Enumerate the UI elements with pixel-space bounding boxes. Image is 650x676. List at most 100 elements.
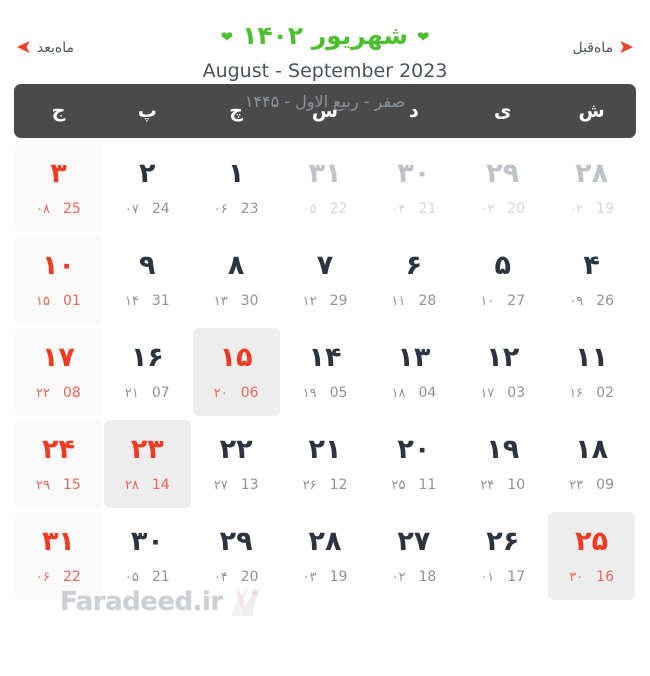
calendar-day-cell[interactable]: ۸ ۱۳ 30 bbox=[193, 236, 280, 324]
secondary-dates: ۰۳ 20 bbox=[480, 201, 525, 217]
chevron-down-icon-right[interactable]: ❤ bbox=[417, 29, 430, 45]
hijri-day-number: ۲۸ bbox=[124, 477, 139, 493]
gregorian-day-number: 21 bbox=[418, 200, 437, 217]
calendar-day-cell[interactable]: ۱۹ ۲۴ 10 bbox=[459, 420, 546, 508]
secondary-dates: ۱۵ 01 bbox=[36, 293, 81, 309]
gregorian-day-number: 30 bbox=[240, 292, 259, 309]
secondary-dates: ۲۶ 12 bbox=[303, 477, 348, 493]
prev-month-link[interactable]: ➤ ماه‌قبل bbox=[572, 38, 634, 57]
gregorian-day-number: 21 bbox=[151, 568, 170, 585]
weekday-header-1: ی bbox=[494, 100, 512, 122]
weekday-header-2: د bbox=[408, 100, 419, 122]
calendar-day-cell[interactable]: ۶ ۱۱ 28 bbox=[370, 236, 457, 324]
persian-day-number: ۱۳ bbox=[397, 341, 431, 373]
hijri-day-number: ۰۱ bbox=[480, 569, 495, 585]
gregorian-day-number: 25 bbox=[63, 200, 81, 217]
calendar-day-cell[interactable]: ۲۴ ۲۹ 15 bbox=[15, 420, 102, 508]
hijri-day-number: ۰۷ bbox=[124, 201, 139, 217]
gregorian-day-number: 27 bbox=[507, 292, 526, 309]
secondary-dates: ۰۳ 19 bbox=[303, 569, 348, 585]
calendar-day-cell[interactable]: ۲۹ ۰۳ 20 bbox=[459, 144, 546, 232]
calendar-day-cell[interactable]: ۲۷ ۰۲ 18 bbox=[370, 512, 457, 600]
calendar-day-cell[interactable]: ۱۶ ۲۱ 07 bbox=[104, 328, 191, 416]
calendar-day-cell[interactable]: ۲۲ ۲۷ 13 bbox=[193, 420, 280, 508]
gregorian-day-number: 13 bbox=[240, 476, 259, 493]
gregorian-day-number: 24 bbox=[151, 200, 170, 217]
calendar-day-cell[interactable]: ۲۹ ۰۴ 20 bbox=[193, 512, 280, 600]
calendar-day-cell[interactable]: ۳۰ ۰۴ 21 bbox=[370, 144, 457, 232]
secondary-dates: ۱۲ 29 bbox=[303, 293, 348, 309]
hijri-day-number: ۲۰ bbox=[213, 385, 228, 401]
secondary-dates: ۰۵ 21 bbox=[125, 569, 170, 585]
calendar-day-cell[interactable]: ۳ ۰۸ 25 bbox=[15, 144, 102, 232]
calendar-day-cell[interactable]: ۲ ۰۷ 24 bbox=[104, 144, 191, 232]
hijri-day-number: ۰۲ bbox=[391, 569, 406, 585]
gregorian-day-number: 10 bbox=[507, 476, 526, 493]
calendar-day-cell[interactable]: ۱۵ ۲۰ 06 bbox=[192, 328, 280, 416]
secondary-dates: ۳۰ 16 bbox=[569, 569, 614, 585]
calendar-day-cell[interactable]: ۱۸ ۲۳ 09 bbox=[548, 420, 635, 508]
calendar-day-cell[interactable]: ۱۴ ۱۹ 05 bbox=[282, 328, 369, 416]
calendar-day-cell[interactable]: ۲۱ ۲۶ 12 bbox=[282, 420, 369, 508]
hijri-day-number: ۲۵ bbox=[391, 477, 406, 493]
persian-day-number: ۴ bbox=[583, 249, 600, 281]
weekday-header-6: ج bbox=[51, 100, 66, 122]
calendar-day-cell[interactable]: ۱۲ ۱۷ 03 bbox=[459, 328, 546, 416]
hijri-day-number: ۲۶ bbox=[302, 477, 317, 493]
gregorian-day-number: 18 bbox=[418, 568, 437, 585]
weekday-header-4: چ bbox=[229, 100, 243, 122]
gregorian-day-number: 06 bbox=[240, 384, 259, 401]
calendar-day-cell[interactable]: ۱۰ ۱۵ 01 bbox=[15, 236, 102, 324]
next-month-link[interactable]: ماه‌بعد ➤ bbox=[16, 36, 74, 58]
gregorian-day-number: 22 bbox=[329, 200, 348, 217]
gregorian-day-number: 05 bbox=[329, 384, 348, 401]
persian-day-number: ۱۵ bbox=[219, 341, 253, 373]
calendar-day-cell[interactable]: ۲۵ ۳۰ 16 bbox=[548, 512, 635, 600]
gregorian-day-number: 31 bbox=[151, 292, 170, 309]
gregorian-day-number: 01 bbox=[63, 292, 81, 309]
calendar-day-cell[interactable]: ۵ ۱۰ 27 bbox=[459, 236, 546, 324]
calendar-day-cell[interactable]: ۲۰ ۲۵ 11 bbox=[370, 420, 457, 508]
hijri-day-number: ۱۱ bbox=[391, 293, 406, 309]
hijri-day-number: ۳۰ bbox=[569, 569, 584, 585]
calendar-day-cell[interactable]: ۲۳ ۲۸ 14 bbox=[103, 420, 191, 508]
calendar-day-cell[interactable]: ۷ ۱۲ 29 bbox=[282, 236, 369, 324]
secondary-dates: ۲۰ 06 bbox=[214, 385, 259, 401]
secondary-dates: ۱۰ 27 bbox=[480, 293, 525, 309]
month-year-selector[interactable]: ❤ شهریور ۱۴۰۲ ❤ bbox=[220, 21, 430, 51]
calendar-day-cell[interactable]: ۴ ۰۹ 26 bbox=[548, 236, 635, 324]
hijri-day-number: ۰۳ bbox=[480, 201, 495, 217]
calendar-day-cell[interactable]: ۹ ۱۴ 31 bbox=[104, 236, 191, 324]
page-title: شهریور ۱۴۰۲ bbox=[242, 21, 408, 50]
calendar-day-cell[interactable]: ۳۱ ۰۵ 22 bbox=[282, 144, 369, 232]
hijri-day-number: ۰۲ bbox=[569, 201, 584, 217]
gregorian-day-number: 09 bbox=[596, 476, 614, 493]
hijri-day-number: ۱۰ bbox=[480, 293, 495, 309]
persian-day-number: ۲۹ bbox=[219, 525, 253, 557]
secondary-dates: ۱۱ 28 bbox=[391, 293, 436, 309]
secondary-dates: ۲۲ 08 bbox=[36, 385, 81, 401]
calendar-day-cell[interactable]: ۲۸ ۰۲ 19 bbox=[548, 144, 635, 232]
persian-day-number: ۲۲ bbox=[219, 433, 253, 465]
calendar-day-cell[interactable]: ۱۷ ۲۲ 08 bbox=[15, 328, 102, 416]
calendar-day-cell[interactable]: ۲۶ ۰۱ 17 bbox=[459, 512, 546, 600]
weekday-header-row: شیدسچپج bbox=[14, 84, 636, 138]
hijri-day-number: ۲۹ bbox=[36, 477, 51, 493]
chevron-down-icon-left[interactable]: ❤ bbox=[220, 29, 233, 45]
secondary-dates: ۱۸ 04 bbox=[391, 385, 436, 401]
secondary-dates: ۰۲ 18 bbox=[391, 569, 436, 585]
calendar-day-cell[interactable]: ۱۱ ۱۶ 02 bbox=[548, 328, 635, 416]
calendar-day-cell[interactable]: ۳۱ ۰۶ 22 bbox=[15, 512, 102, 600]
hijri-day-number: ۰۴ bbox=[391, 201, 406, 217]
calendar-week-row: ۴ ۰۹ 26 ۵ ۱۰ 27 ۶ ۱۱ 28 ۷ ۱۲ 29 ۸ ۱۳ 30 ۹ ۱۴ 31 ۱۰ ۱۵ 01 bbox=[14, 234, 636, 326]
calendar-day-cell[interactable]: ۱۳ ۱۸ 04 bbox=[370, 328, 457, 416]
secondary-dates: ۱۷ 03 bbox=[480, 385, 525, 401]
calendar-day-cell[interactable]: ۲۸ ۰۳ 19 bbox=[282, 512, 369, 600]
persian-day-number: ۳۰ bbox=[130, 525, 164, 557]
calendar-day-cell[interactable]: ۳۰ ۰۵ 21 bbox=[104, 512, 191, 600]
prev-month-label: ماه‌قبل bbox=[572, 39, 614, 56]
gregorian-day-number: 08 bbox=[63, 384, 81, 401]
calendar-day-cell[interactable]: ۱ ۰۶ 23 bbox=[193, 144, 280, 232]
calendar-week-row: ۱۱ ۱۶ 02 ۱۲ ۱۷ 03 ۱۳ ۱۸ 04 ۱۴ ۱۹ 05 ۱۵ ۲۰ 06 ۱۶ ۲۱ 07 ۱۷ ۲۲… bbox=[14, 326, 636, 418]
secondary-dates: ۰۶ 23 bbox=[214, 201, 259, 217]
